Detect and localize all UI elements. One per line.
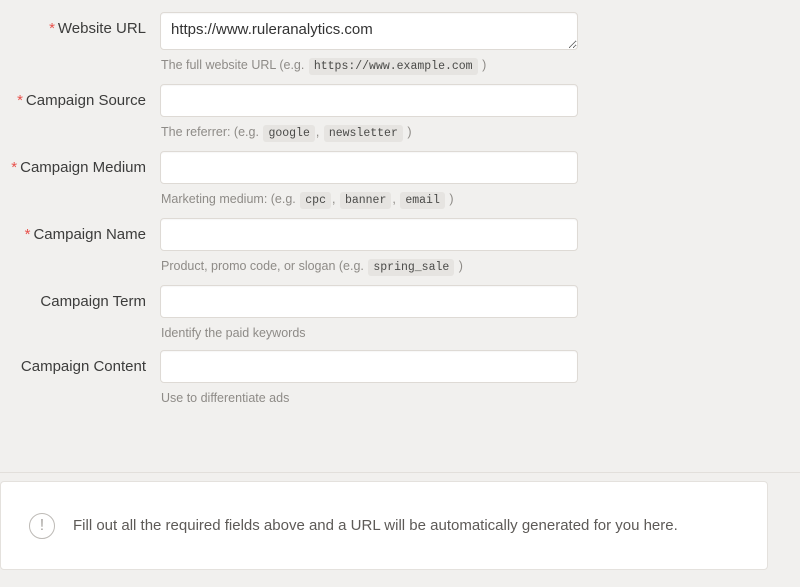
field-help-text: Use to differentiate ads [161, 390, 800, 406]
help-code-chip: https://www.example.com [308, 58, 478, 75]
field-label: Campaign Term [0, 285, 160, 318]
required-asterisk: * [17, 92, 23, 109]
website-url-input[interactable]: https://www.ruleranalytics.com [160, 12, 578, 50]
field-column: https://www.ruleranalytics.com The full w… [160, 12, 800, 75]
field-help-text: Marketing medium: (e.g. cpc, banner, ema… [161, 191, 800, 209]
required-asterisk: * [24, 226, 31, 243]
form-row: * Campaign Source The referrer: (e.g. goog… [0, 84, 800, 142]
campaign-content-input[interactable] [160, 350, 578, 383]
field-label: * Website URL [0, 12, 160, 45]
field-help-text: The referrer: (e.g. google, newsletter ) [161, 124, 800, 142]
help-prefix: Product, promo code, or slogan (e.g. [161, 259, 364, 273]
help-code-chip: banner [339, 192, 392, 209]
campaign-name-input[interactable] [160, 218, 578, 251]
field-label: * Campaign Name [0, 218, 160, 251]
help-code-chip: newsletter [323, 125, 403, 142]
form-row: Campaign Content Use to differentiate ads [0, 350, 800, 406]
help-prefix: Marketing medium: (e.g. [161, 192, 296, 206]
field-label: * Campaign Source [0, 84, 160, 117]
required-asterisk: * [11, 159, 18, 176]
help-prefix: The referrer: (e.g. [161, 125, 259, 139]
campaign-term-input[interactable] [160, 285, 578, 318]
field-column: Marketing medium: (e.g. cpc, banner, ema… [160, 151, 800, 209]
campaign-source-input[interactable] [160, 84, 578, 117]
form-row: Campaign Term Identify the paid keywords [0, 285, 800, 341]
help-code-chip: email [400, 192, 445, 209]
field-column: Identify the paid keywords [160, 285, 800, 341]
help-suffix: ) [449, 192, 454, 206]
field-help-text: Identify the paid keywords [161, 325, 800, 341]
generated-url-alert: ! Fill out all the required fields above… [0, 481, 768, 570]
field-label-text: Campaign Source [25, 92, 146, 109]
field-column: The referrer: (e.g. google, newsletter ) [160, 84, 800, 142]
help-prefix: Use to differentiate ads [161, 391, 290, 405]
form-row: * Campaign Name Product, promo code, or sl… [0, 218, 800, 276]
help-prefix: Identify the paid keywords [161, 326, 306, 340]
field-column: Product, promo code, or slogan (e.g. spr… [160, 218, 800, 276]
field-label-text: Campaign Content [20, 358, 146, 375]
field-label: * Campaign Medium [0, 151, 160, 184]
help-separator: , [331, 192, 336, 206]
field-help-text: The full website URL (e.g. https://www.e… [161, 57, 800, 75]
help-suffix: ) [482, 58, 487, 72]
field-label: Campaign Content [0, 350, 160, 383]
help-code-chip: google [263, 125, 315, 142]
help-separator: , [392, 192, 396, 206]
field-label-text: Campaign Name [33, 226, 146, 243]
help-code-chip: spring_sale [368, 259, 455, 276]
help-prefix: The full website URL (e.g. [161, 58, 305, 72]
exclamation-circle-icon: ! [29, 512, 55, 539]
field-column: Use to differentiate ads [160, 350, 800, 406]
help-suffix: ) [458, 259, 463, 273]
field-label-text: Campaign Medium [20, 159, 146, 176]
utm-builder-page: * Website URL https://www.ruleranalytics.c… [0, 0, 800, 587]
help-separator: , [315, 125, 320, 139]
campaign-url-form: * Website URL https://www.ruleranalytics.c… [0, 0, 800, 406]
help-code-chip: cpc [300, 192, 331, 209]
field-label-text: Website URL [57, 20, 146, 37]
section-divider [0, 472, 800, 473]
form-row: * Campaign Medium Marketing medium: (e.g. … [0, 151, 800, 209]
field-label-text: Campaign Term [40, 293, 146, 310]
campaign-medium-input[interactable] [160, 151, 578, 184]
required-asterisk: * [49, 20, 55, 37]
form-row: * Website URL https://www.ruleranalytics.c… [0, 12, 800, 75]
field-help-text: Product, promo code, or slogan (e.g. spr… [161, 258, 800, 276]
alert-message: Fill out all the required fields above a… [73, 516, 678, 534]
help-suffix: ) [407, 125, 412, 139]
